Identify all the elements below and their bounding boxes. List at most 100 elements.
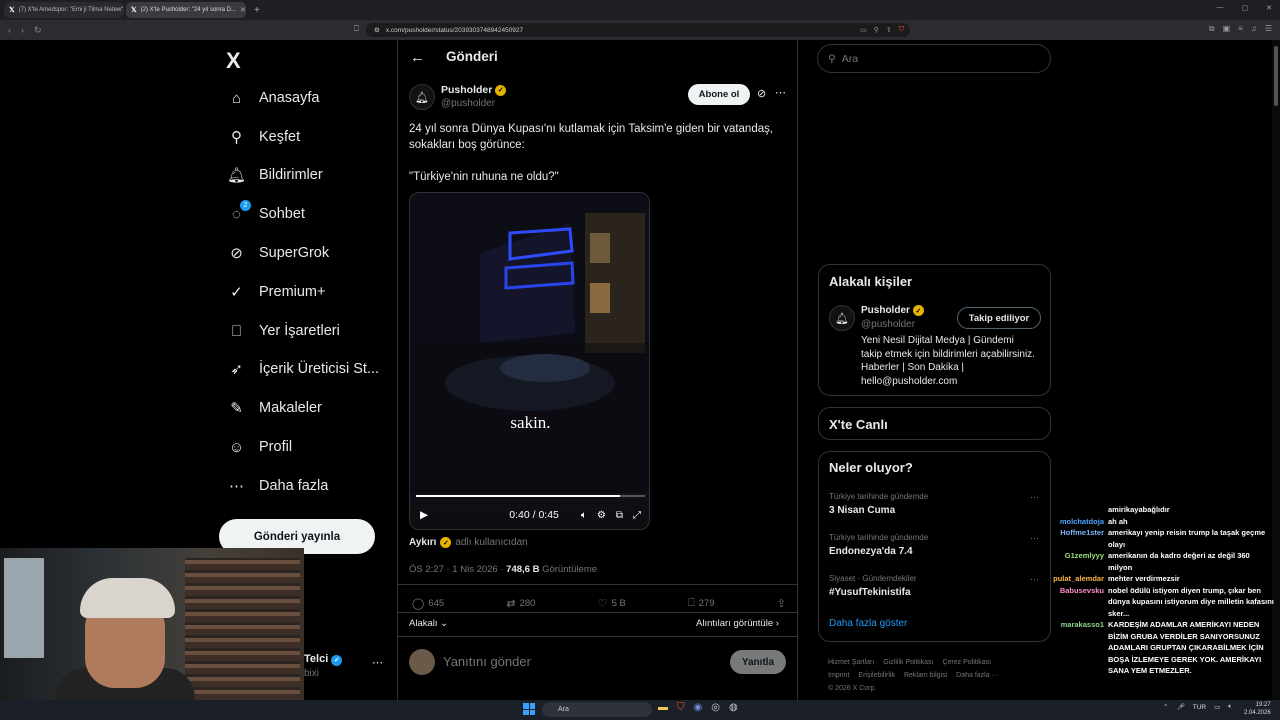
reload-icon[interactable]: ↻ <box>34 25 42 36</box>
account-name[interactable]: Telci ✓ <box>304 653 343 666</box>
settings-icon[interactable]: ⚙ <box>597 510 606 521</box>
fullscreen-icon[interactable]: ⤢ <box>633 510 641 521</box>
sidebar-item-7[interactable]: ⎕ Yer İşaretleri <box>228 319 340 343</box>
repost-action[interactable]: ⇄ 280 <box>506 597 535 610</box>
close-window-icon[interactable]: ✕ <box>1266 4 1272 12</box>
grok-icon[interactable]: ⊘ <box>757 87 766 100</box>
sidebar-item-2[interactable]: ⚲ Keşfet <box>228 125 300 149</box>
sidebar-item-8[interactable]: ➶ İçerik Üreticisi St... <box>228 357 379 381</box>
sidebar-item-3[interactable]: 🔔︎ Bildirimler <box>227 163 323 187</box>
obs-icon[interactable]: ◍ <box>729 702 738 713</box>
trend-item[interactable]: Türkiye tarihinde gündemde 3 Nisan Cuma ⋯ <box>829 492 1039 516</box>
chat-username[interactable]: Hoffme1ster <box>1020 527 1108 550</box>
share-icon[interactable]: ⇪ <box>886 26 892 34</box>
pip-icon[interactable]: ⧉ <box>616 510 623 521</box>
wallet-icon[interactable]: ▣ <box>1223 24 1231 34</box>
site-settings-icon[interactable]: ⚙ <box>374 26 380 34</box>
sidebar-item-11[interactable]: ⋯ Daha fazla <box>228 474 328 498</box>
reply-button[interactable]: Yanıtla <box>730 650 786 674</box>
search-input[interactable]: ⚲ Ara <box>817 44 1051 73</box>
discord-icon[interactable]: ◉ <box>694 702 703 713</box>
back-nav-icon[interactable]: ‹ <box>8 25 11 36</box>
forward-nav-icon[interactable]: › <box>21 25 24 36</box>
minimize-icon[interactable]: — <box>1217 4 1224 12</box>
footer-link[interactable]: Gizlilik Politikası <box>883 659 933 666</box>
zoom-icon[interactable]: ⚲ <box>874 26 879 34</box>
new-tab-button[interactable]: + <box>248 5 266 16</box>
show-more-link[interactable]: Daha fazla göster <box>829 618 907 629</box>
windows-start-icon[interactable] <box>523 703 535 715</box>
sidebar-item-6[interactable]: ✓ Premium+ <box>228 280 325 304</box>
footer-link[interactable]: Daha fazla ··· <box>956 672 998 679</box>
related-name[interactable]: Pusholder ✓ <box>861 305 924 316</box>
chat-username[interactable]: pulat_alemdar <box>1020 573 1108 585</box>
like-action[interactable]: ♡ 5 B <box>598 597 626 610</box>
sidebar-item-4[interactable]: ◌ 2 Sohbet <box>228 199 305 226</box>
footer-link[interactable]: Hizmet Şartları <box>828 659 874 666</box>
footer-link[interactable]: Erişilebilirlik <box>858 672 895 679</box>
reply-action[interactable]: ◯ 645 <box>412 597 444 610</box>
steam-icon[interactable]: ◎ <box>711 702 720 713</box>
author-avatar[interactable]: 🔔︎ <box>409 84 435 110</box>
reply-input[interactable]: Yanıtını gönder <box>443 654 531 669</box>
brave-icon[interactable]: ⛉ <box>677 702 685 713</box>
subscribe-button[interactable]: Abone ol <box>688 84 750 105</box>
menu-icon[interactable]: ≡ <box>1238 24 1243 34</box>
speaker-icon[interactable]: 🔈︎ <box>1228 703 1232 711</box>
play-icon[interactable]: ▶ <box>420 509 428 521</box>
chat-username[interactable]: molchatdoja <box>1020 516 1108 528</box>
author-name[interactable]: Pusholder ✓ <box>441 84 507 96</box>
back-arrow-icon[interactable]: ← <box>410 49 425 66</box>
sidebar-item-10[interactable]: ☺ Profil <box>228 435 292 459</box>
folder-icon[interactable]: ▬ <box>658 702 668 713</box>
mic-icon[interactable]: 🎤︎ <box>1176 703 1184 711</box>
x-logo[interactable]: X <box>226 48 241 74</box>
sort-dropdown[interactable]: Alakalı ⌄ <box>409 618 448 629</box>
view-quotes-link[interactable]: Alıntıları görüntüle › <box>696 618 779 629</box>
tray-chevron-icon[interactable]: ⌃ <box>1163 703 1168 711</box>
extensions-icon[interactable]: ⧉ <box>1209 24 1215 34</box>
related-avatar[interactable]: 🔔︎ <box>829 305 855 331</box>
network-icon[interactable]: ▭ <box>1214 703 1220 711</box>
share-action[interactable]: ⇪ <box>777 597 786 610</box>
taskbar-search[interactable]: Ara <box>542 702 652 717</box>
video-player[interactable]: sakin. ▶ 0:40 / 0:45 🔈︎ ⚙ ⧉ ⤢ <box>409 192 650 530</box>
post-timestamp[interactable]: ÖS 2:27 · 1 Nis 2026 · <box>409 564 506 575</box>
chat-username[interactable]: marakasso1 <box>1020 619 1108 677</box>
scrollbar-thumb[interactable] <box>1274 46 1278 106</box>
trend-item[interactable]: Siyaset · Gündemdekiler #YusufTekinistifa… <box>829 574 1039 598</box>
post-more-icon[interactable]: ⋯ <box>775 86 786 99</box>
sidebar-item-5[interactable]: ⊘ SuperGrok <box>228 241 329 265</box>
footer-link[interactable]: Imprint <box>828 672 849 679</box>
volume-icon[interactable]: 🔈︎ <box>581 510 587 521</box>
following-button[interactable]: Takip ediliyor <box>957 307 1041 329</box>
x-live-panel[interactable]: X'te Canlı <box>818 407 1051 440</box>
browser-tab-amedspor[interactable]: 𝕏 (7) X'te Amedspor: "Emi ji Tilma Netew" <box>4 2 124 18</box>
hamburger-icon[interactable]: ☰ <box>1265 24 1272 34</box>
trend-item[interactable]: Türkiye tarihinde gündemde Endonezya'da 7… <box>829 533 1039 557</box>
bookmark-page-icon[interactable]: ⎕ <box>354 24 359 34</box>
video-progress-bar[interactable] <box>416 495 645 497</box>
footer-link[interactable]: Reklam bilgisi <box>904 672 947 679</box>
trend-more-icon[interactable]: ⋯ <box>1030 492 1039 503</box>
music-icon[interactable]: ♫ <box>1251 24 1257 34</box>
chat-username[interactable]: G1zemlyyy <box>1020 550 1108 573</box>
maximize-icon[interactable]: ▢ <box>1242 4 1249 12</box>
sidebar-item-1[interactable]: ⌂ Anasayfa <box>228 86 320 110</box>
language-indicator[interactable]: TUR <box>1193 704 1206 711</box>
browser-tab-pusholder[interactable]: 𝕏 (2) X'te Pusholder: "24 yıl sonra D... ✕ <box>126 2 246 18</box>
account-menu-icon[interactable]: ⋯ <box>372 656 383 669</box>
close-tab-icon[interactable]: ✕ <box>240 6 246 14</box>
footer-link[interactable]: Çerez Politikası <box>942 659 991 666</box>
video-source[interactable]: Aykırı ✓ adlı kullanıcıdan <box>409 537 528 548</box>
chat-username[interactable] <box>1020 504 1108 516</box>
cast-icon[interactable]: ▭ <box>860 26 867 34</box>
my-avatar[interactable] <box>409 649 435 675</box>
sidebar-item-9[interactable]: ✎ Makaleler <box>228 396 322 420</box>
url-field[interactable]: ⚙ x.com/pusholder/status/203930374894245… <box>366 23 910 37</box>
author-handle[interactable]: @pusholder <box>441 98 495 109</box>
brave-shield-icon[interactable]: ⛉ <box>899 26 904 34</box>
bookmark-action[interactable]: ⎕ 279 <box>688 597 714 610</box>
chat-username[interactable]: Babusevsku <box>1020 585 1108 620</box>
taskbar-clock[interactable]: 19:27 2.04.2026 <box>1244 701 1271 717</box>
